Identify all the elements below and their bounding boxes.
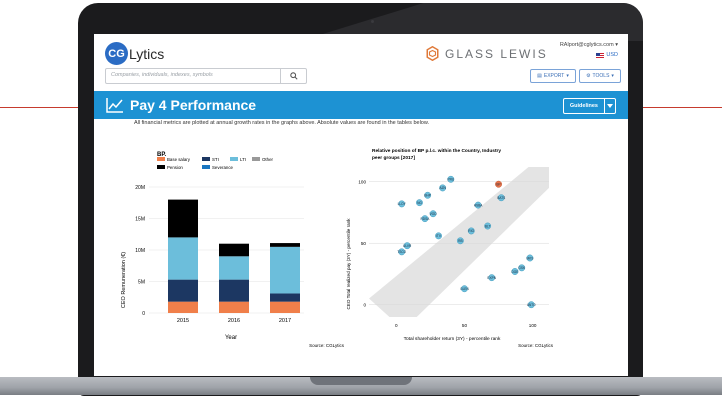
point-label: RDSA (420, 217, 430, 221)
app-screen: CG Lytics GLASS LEWIS RAlport@cglytics.c… (94, 34, 628, 376)
webcam (371, 20, 374, 23)
x-tick-label: 0 (395, 323, 398, 328)
scatter-ylabel: CEO Total realized pay (3Y) - percentile… (346, 218, 351, 310)
point-label: LLOY (398, 202, 407, 206)
scatter-xlabel: Total shareholder return (3Y) - percenti… (404, 336, 501, 342)
base-notch (310, 377, 412, 385)
y-tick-label: 50 (361, 241, 367, 246)
point-label: AZN (439, 186, 446, 190)
scatter-title-line-2: peer groups [2017] (372, 155, 415, 161)
point-label: ANTO (527, 303, 536, 307)
x-tick-label: 50 (462, 323, 468, 328)
point-label: RB (458, 239, 462, 243)
point-label: GSK (518, 266, 526, 270)
scatter-source: Source: CGLytics (518, 343, 554, 348)
point-label: VOD (430, 212, 438, 216)
point-label: ULVR (403, 244, 412, 248)
y-tick-label: 0 (363, 302, 366, 307)
point-label: MKS (526, 256, 533, 260)
peer-position-scatter-chart: Relative position of BP p.l.c. within th… (346, 148, 554, 348)
point-label: TSCO (397, 250, 406, 254)
point-label: DGE (511, 270, 518, 274)
point-label: EXPN (487, 276, 496, 280)
point-label: BLT (485, 224, 491, 228)
laptop-base (0, 377, 722, 407)
point-label: NG (417, 201, 422, 205)
point-label: ITV (436, 234, 442, 238)
scatter-title-line-1: Relative position of BP p.l.c. within th… (372, 148, 501, 154)
point-label: PRU (447, 178, 454, 182)
point-label: BP (496, 183, 500, 187)
x-tick-label: 100 (529, 323, 537, 328)
point-label: RIO (468, 229, 474, 233)
point-label: BATS (497, 196, 505, 200)
point-label: BHP (424, 194, 431, 198)
point-label: GLEN (460, 287, 469, 291)
y-tick-label: 100 (358, 179, 366, 184)
point-label: HSBA (474, 203, 484, 207)
